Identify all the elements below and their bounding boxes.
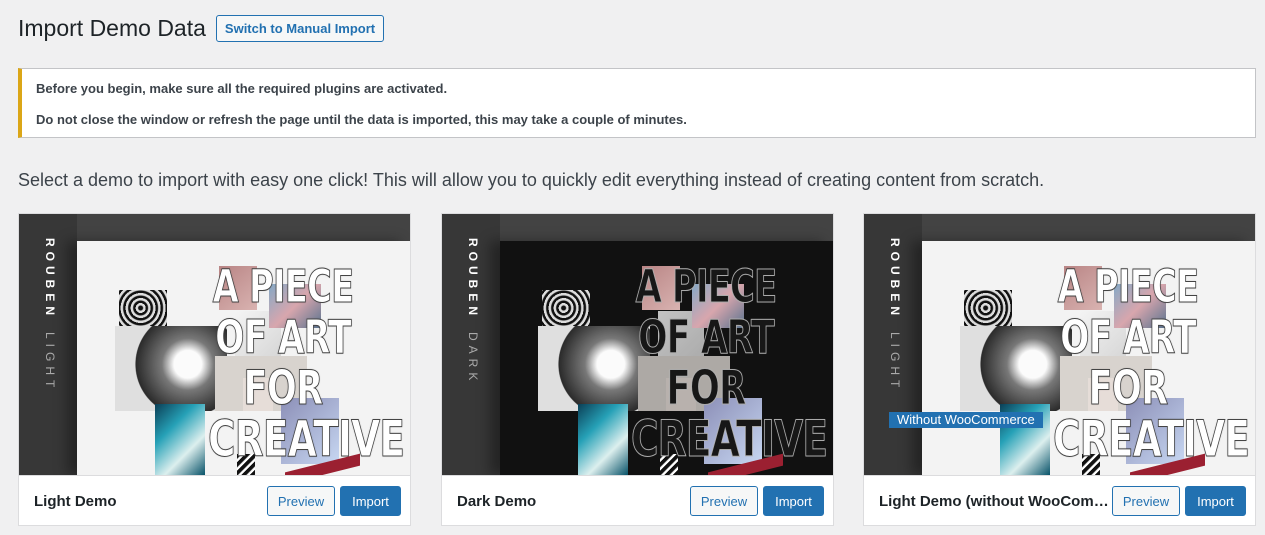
website-preview: A PIECE OF ART FOR CREATIVE [500, 241, 833, 475]
hero-title-line: A PIECE [1057, 260, 1199, 313]
collage-image [542, 290, 590, 330]
dark-demo-import-button[interactable]: Import [763, 486, 824, 516]
demo-name: Dark Demo [457, 493, 537, 510]
light-demo-preview-button[interactable]: Preview [267, 486, 335, 516]
website-preview: A PIECE OF ART FOR CREATIVE [77, 241, 410, 475]
hero-title-line: FOR [243, 361, 323, 416]
demo-card-footer: Light Demo Preview Import [19, 475, 410, 525]
hero-title-line: CREATIVE [208, 410, 406, 468]
brand-name: ROUBEN [43, 238, 57, 321]
brand-name: ROUBEN [466, 238, 480, 321]
notice-line-window: Do not close the window or refresh the p… [36, 112, 687, 127]
hero-title-line: A PIECE [212, 260, 354, 313]
light-demo-import-button[interactable]: Import [340, 486, 401, 516]
hero-title-line: CREATIVE [631, 410, 829, 468]
brand-name: ROUBEN [888, 238, 902, 321]
hero-title-line: OF ART [638, 310, 775, 364]
demo-card-light-without-woocommerce: ROUBEN LIGHT A PIECE OF ART FOR CREATIVE… [863, 213, 1256, 526]
light-without-woocommerce-import-button[interactable]: Import [1185, 486, 1246, 516]
dark-demo-preview-button[interactable]: Preview [690, 486, 758, 516]
hero-title-line: FOR [1088, 361, 1168, 416]
page-header: Import Demo Data Switch to Manual Import [18, 15, 385, 42]
hero-title-line: OF ART [1060, 310, 1197, 364]
website-preview: A PIECE OF ART FOR CREATIVE [922, 241, 1255, 475]
demo-card-footer: Light Demo (without WooComm... Preview I… [864, 475, 1255, 525]
light-without-woocommerce-thumbnail: ROUBEN LIGHT A PIECE OF ART FOR CREATIVE… [864, 214, 1255, 475]
hero-title-line: FOR [666, 361, 746, 416]
notice-line-plugins: Before you begin, make sure all the requ… [36, 81, 448, 96]
import-notice: Before you begin, make sure all the requ… [18, 68, 1256, 138]
demo-card-dark: ROUBEN DARK A PIECE OF ART FOR CREATIVE … [441, 213, 834, 526]
demo-variant-label: LIGHT [43, 332, 57, 393]
demo-selection-intro: Select a demo to import with easy one cl… [18, 170, 1045, 190]
hero-title-line: OF ART [215, 310, 352, 364]
demo-variant-label: DARK [466, 332, 480, 386]
hero-title-line: A PIECE [635, 260, 777, 313]
light-demo-thumbnail: ROUBEN LIGHT A PIECE OF ART FOR CREATIVE [19, 214, 410, 475]
hero-title: A PIECE OF ART FOR CREATIVE [183, 260, 406, 468]
without-woocommerce-badge: Without WooCommerce [889, 412, 1043, 428]
switch-to-manual-import-button[interactable]: Switch to Manual Import [215, 15, 385, 42]
demo-card-light: ROUBEN LIGHT A PIECE OF ART FOR CREATIVE… [18, 213, 411, 526]
collage-image [964, 290, 1012, 330]
demo-variant-label: LIGHT [888, 332, 902, 393]
demo-name: Light Demo [34, 493, 117, 510]
dark-demo-thumbnail: ROUBEN DARK A PIECE OF ART FOR CREATIVE [442, 214, 833, 475]
thumbnail-sidebar: ROUBEN LIGHT [864, 214, 922, 475]
collage-image [119, 290, 167, 330]
light-without-woocommerce-preview-button[interactable]: Preview [1112, 486, 1180, 516]
demo-card-footer: Dark Demo Preview Import [442, 475, 833, 525]
hero-title: A PIECE OF ART FOR CREATIVE [1028, 260, 1251, 468]
thumbnail-sidebar: ROUBEN LIGHT [19, 214, 77, 475]
page-title: Import Demo Data [18, 15, 206, 41]
hero-title: A PIECE OF ART FOR CREATIVE [606, 260, 829, 468]
hero-title-line: CREATIVE [1053, 410, 1251, 468]
demo-name: Light Demo (without WooComm... [879, 493, 1109, 510]
thumbnail-sidebar: ROUBEN DARK [442, 214, 500, 475]
